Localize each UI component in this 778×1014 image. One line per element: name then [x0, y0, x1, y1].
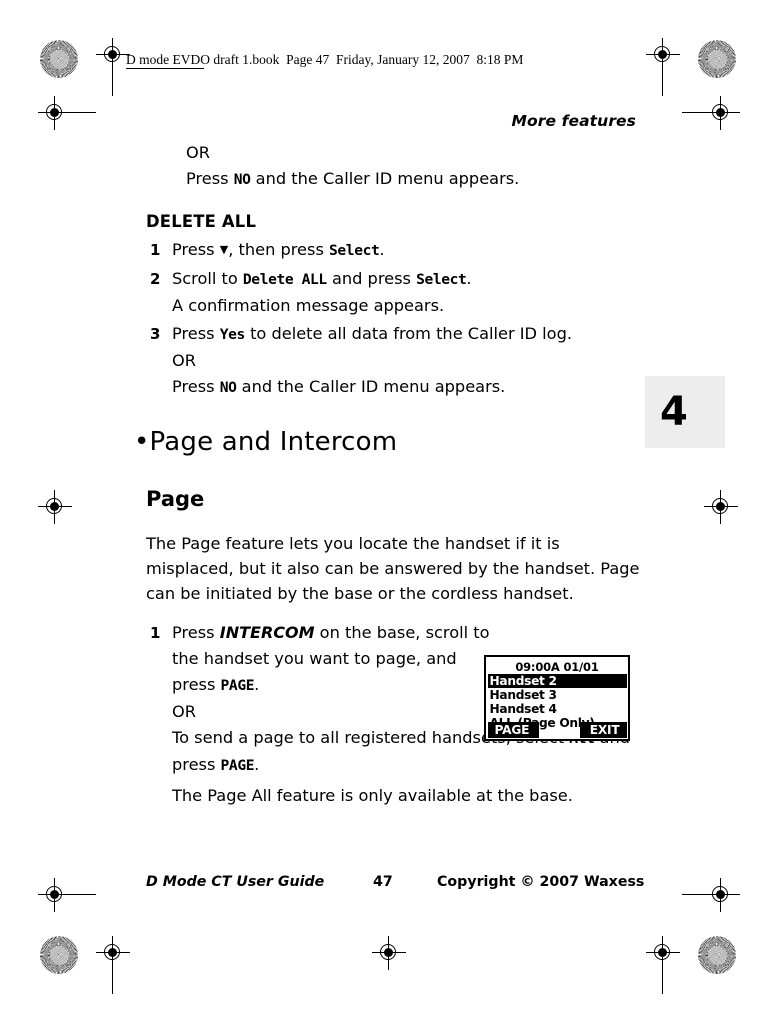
trim-mark-top-left-horizontal [38, 112, 96, 114]
ui-term-select-2: Select [416, 271, 467, 288]
step-1-middle: , then press [228, 240, 330, 259]
step-2-note: A confirmation message appears. [172, 296, 445, 315]
lcd-list-item-handset-2: Handset 2 [487, 673, 627, 688]
ui-term-yes: Yes [219, 326, 246, 343]
step-1-suffix: . [379, 240, 385, 259]
step-2-suffix: . [466, 269, 472, 288]
step-2-middle: and press [326, 269, 417, 288]
press-no-line-1: Press NO and the Caller ID menu appears. [186, 166, 646, 193]
registration-target-bottom-center [372, 936, 406, 970]
page-step-item-1: 1 Press INTERCOM on the base, scroll to t… [146, 620, 494, 699]
trim-mark-top-right-horizontal [682, 112, 740, 114]
footer-guide-title: D Mode CT User Guide [146, 874, 325, 890]
footer-copyright: Copyright © 2007 Waxess [437, 874, 645, 890]
printed-page-sheet: D mode EVDO draft 1.book Page 47 Friday,… [0, 0, 778, 1014]
ui-term-no-1: NO [233, 171, 251, 188]
lcd-softkey-page: PAGE [487, 721, 540, 738]
rosette-mark-bottom-left [40, 936, 78, 974]
lcd-softkey-bar: PAGE EXIT [487, 721, 627, 738]
step-item-3: 3 Press Yes to delete all data from the C… [146, 321, 646, 348]
lcd-list-item-handset-3: Handset 3 [489, 687, 558, 702]
trim-mark-bottom-left-vertical [112, 936, 114, 994]
lcd-inner-frame: 09:00A 01/01 Handset 2 Handset 3 Handset… [487, 658, 627, 738]
chapter-tab-number: 4 [660, 389, 688, 435]
step-2-prefix: Scroll to [172, 269, 243, 288]
press-no-2-suffix: and the Caller ID menu appears. [236, 377, 506, 396]
section-heading-page-and-intercom: •Page and Intercom [134, 427, 398, 457]
trim-mark-bottom-right-vertical [662, 936, 664, 994]
step-item-2: 2 Scroll to Delete ALL and press Select. [146, 266, 646, 293]
running-head: More features [511, 112, 636, 130]
press-no-2-prefix: Press [172, 377, 220, 396]
step-3-prefix: Press [172, 324, 220, 343]
ui-term-page-1: PAGE [220, 677, 255, 694]
down-arrow-icon: ▼ [219, 243, 229, 256]
step-1-prefix: Press [172, 240, 220, 259]
chapter-tab: 4 [645, 376, 725, 448]
press-no-1-suffix: and the Caller ID menu appears. [250, 169, 520, 188]
or-line-2: OR [172, 351, 196, 370]
registration-target-left-middle [38, 490, 72, 524]
page-intro-paragraph: The Page feature lets you locate the han… [146, 534, 640, 603]
rosette-mark-top-right [698, 40, 736, 78]
page-step-1-prefix: Press [172, 623, 220, 642]
trim-mark-bottom-left-horizontal [38, 894, 96, 896]
ui-term-no-2: NO [219, 379, 237, 396]
trim-rule-slug-underline [126, 68, 204, 70]
page-step-1-suffix: . [254, 675, 260, 694]
handset-lcd-screenshot: 09:00A 01/01 Handset 2 Handset 3 Handset… [484, 655, 630, 741]
rosette-mark-top-left [40, 40, 78, 78]
step-3-suffix: to delete all data from the Caller ID lo… [244, 324, 572, 343]
delete-all-step-list: 1 Press ▼, then press Select. 2 Scroll to … [146, 237, 646, 401]
press-no-1-prefix: Press [186, 169, 234, 188]
trim-mark-top-right-vertical [662, 38, 664, 96]
press-no-line-2: Press NO and the Caller ID menu appears. [146, 374, 646, 401]
lcd-status-time: 09:00A 01/01 [515, 659, 599, 674]
ui-term-select-1: Select [329, 242, 380, 259]
lcd-list-item-handset-4: Handset 4 [489, 701, 558, 716]
lcd-softkey-exit: EXIT [579, 721, 627, 738]
trim-mark-top-left-vertical [112, 38, 114, 96]
book-slug-line: D mode EVDO draft 1.book Page 47 Friday,… [126, 52, 524, 67]
rosette-mark-bottom-right [698, 936, 736, 974]
trim-mark-bottom-right-horizontal [682, 894, 740, 896]
subsection-heading-page: Page [146, 487, 205, 511]
footer-page-number: 47 [373, 874, 393, 890]
step-number-2: 2 [150, 270, 161, 288]
page-alt-suffix: . [254, 755, 260, 774]
ui-term-page-2: PAGE [220, 757, 255, 774]
page-all-note: The Page All feature is only available a… [172, 786, 573, 805]
page-step-number-1: 1 [150, 624, 161, 642]
ui-term-delete-all: Delete ALL [242, 271, 327, 288]
registration-target-right-middle [704, 490, 738, 524]
step-item-1: 1 Press ▼, then press Select. [146, 237, 646, 264]
subheading-delete-all: DELETE ALL [146, 212, 257, 231]
step-number-1: 1 [150, 241, 161, 259]
step-number-3: 3 [150, 325, 161, 343]
or-line-1: OR [186, 143, 210, 162]
key-name-intercom: INTERCOM [219, 623, 315, 642]
